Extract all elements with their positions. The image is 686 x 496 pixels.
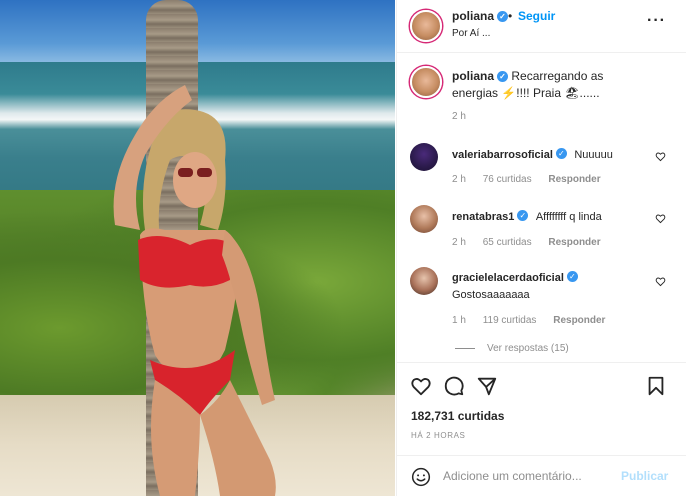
emoji-icon[interactable]	[411, 467, 431, 487]
verified-badge-icon: ✓	[566, 271, 578, 283]
share-send-icon[interactable]	[476, 375, 498, 397]
comment-avatar[interactable]	[410, 143, 438, 171]
comment-meta: 2 h 76 curtidas Responder	[452, 174, 615, 185]
like-heart-icon[interactable]	[410, 375, 432, 397]
like-comment-heart-icon[interactable]	[655, 213, 666, 224]
comment-likes[interactable]: 65 curtidas	[483, 237, 532, 248]
verified-badge-icon: ✓	[517, 210, 529, 222]
comment-input[interactable]	[443, 466, 613, 486]
author-username-text[interactable]: poliana	[452, 9, 494, 23]
reply-button[interactable]: Responder	[548, 237, 600, 248]
verified-badge-icon: ✓	[555, 148, 567, 160]
author-avatar[interactable]	[410, 10, 442, 42]
comment-meta: 1 h 119 curtidas Responder	[452, 315, 619, 326]
like-comment-heart-icon[interactable]	[655, 151, 666, 162]
more-options-icon[interactable]: ···	[647, 12, 666, 30]
publish-button[interactable]: Publicar	[621, 469, 668, 483]
comment-text: Nuuuuu	[574, 149, 613, 161]
reply-button[interactable]: Responder	[553, 315, 605, 326]
post-actions: 182,731 curtidas HÁ 2 HORAS	[397, 362, 686, 460]
separator-dot: •	[508, 9, 513, 23]
post-header: poliana ✓ • Seguir Por Aí ... ···	[397, 0, 686, 53]
comment-text: Affffffff q linda	[535, 211, 602, 223]
comment-body: gracielelacerdaoficial ✓ Gostosaaaaaaa	[452, 269, 652, 303]
comment-username[interactable]: renatabras1	[452, 211, 514, 223]
comment-bubble-icon[interactable]	[443, 375, 465, 397]
comments-list[interactable]: poliana ✓ Recarregando as energias ⚡!!!! …	[397, 54, 686, 362]
comment-time[interactable]: 2 h	[452, 237, 466, 248]
comment-likes[interactable]: 76 curtidas	[483, 174, 532, 185]
caption-author-avatar[interactable]	[410, 66, 442, 98]
likes-count[interactable]: 182,731 curtidas	[411, 409, 504, 423]
like-comment-heart-icon[interactable]	[655, 276, 666, 287]
comment-avatar[interactable]	[410, 267, 438, 295]
post-location[interactable]: Por Aí ...	[452, 28, 490, 39]
replies-divider-line	[455, 347, 475, 349]
comment-body: renatabras1 ✓ Affffffff q linda	[452, 207, 602, 225]
comment-meta: 2 h 65 curtidas Responder	[452, 237, 615, 248]
post-panel: poliana ✓ • Seguir Por Aí ... ··· poliana…	[396, 0, 686, 496]
comment-time[interactable]: 1 h	[452, 315, 466, 326]
comment-avatar[interactable]	[410, 205, 438, 233]
caption-time[interactable]: 2 h	[452, 111, 466, 122]
comment-username[interactable]: gracielelacerdaoficial	[452, 272, 564, 284]
comment-time[interactable]: 2 h	[452, 174, 466, 185]
comment-text: Gostosaaaaaaa	[452, 289, 530, 301]
add-comment-bar: Publicar	[397, 455, 686, 496]
author-username[interactable]: poliana ✓	[452, 9, 509, 23]
comment-username[interactable]: valeriabarrosoficial	[452, 149, 553, 161]
verified-badge-icon: ✓	[497, 71, 509, 83]
save-bookmark-icon[interactable]	[645, 375, 667, 397]
follow-button[interactable]: Seguir	[518, 9, 555, 23]
post-photo[interactable]	[0, 0, 395, 496]
verified-badge-icon: ✓	[497, 11, 509, 23]
view-replies-label[interactable]: Ver respostas (15)	[487, 343, 569, 354]
post-time[interactable]: HÁ 2 HORAS	[411, 431, 465, 440]
comment-likes[interactable]: 119 curtidas	[483, 315, 537, 326]
view-replies-button[interactable]: Ver respostas (15)	[455, 343, 569, 354]
reply-button[interactable]: Responder	[548, 174, 600, 185]
caption: poliana ✓ Recarregando as energias ⚡!!!! …	[452, 68, 652, 102]
caption-username[interactable]: poliana ✓	[452, 69, 509, 83]
comment-body: valeriabarrosoficial ✓ Nuuuuu	[452, 145, 613, 163]
photo-person	[113, 85, 276, 496]
